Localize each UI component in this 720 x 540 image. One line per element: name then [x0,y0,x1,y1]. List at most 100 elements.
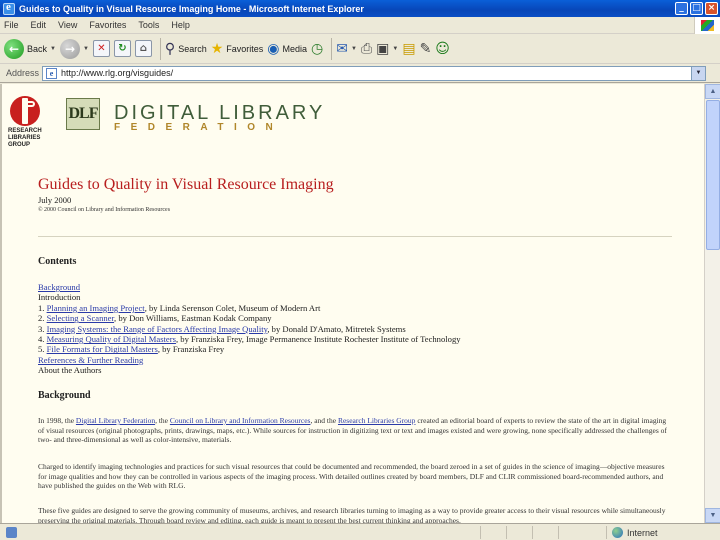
back-button[interactable]: ← Back ▼ [4,38,56,59]
mail-button[interactable]: ✉ ▼ [336,42,357,56]
messenger-button[interactable]: ☺ [435,42,450,56]
edit-dropdown-icon[interactable]: ▼ [392,46,398,52]
rlg-logo[interactable]: RESEARCH LIBRARIES GROUP [8,94,48,149]
menu-tools[interactable]: Tools [138,20,159,30]
toc-item: References & Further Reading [38,355,461,365]
back-dropdown-icon[interactable]: ▼ [50,46,56,52]
edit-button[interactable]: ▣ ▼ [376,42,398,56]
media-button[interactable]: ◉ Media [267,42,307,56]
document-header: Guides to Quality in Visual Resource Ima… [38,176,672,213]
globe-icon [612,527,623,538]
discuss-icon: ▤ [402,40,416,57]
table-of-contents: Background Introduction 1. Planning an I… [38,282,461,376]
background-heading: Background [38,390,91,401]
print-button[interactable]: ⎙ [361,42,372,56]
media-icon: ◉ [267,40,280,57]
search-button[interactable]: ⚲ Search [165,42,207,56]
favorites-button[interactable]: ★ Favorites [211,42,264,56]
rlg-link[interactable]: Research Libraries Group [338,416,415,425]
toc-link[interactable]: File Formats for Digital Masters [47,344,158,354]
edit-icon: ▣ [376,40,390,57]
maximize-button[interactable]: □ [690,2,703,15]
toc-link[interactable]: Measuring Quality of Digital Masters [47,334,176,344]
copyright-notice: © 2000 Council on Library and Informatio… [38,207,171,213]
history-button[interactable]: ◷ [311,42,323,56]
mail-dropdown-icon[interactable]: ▼ [351,46,357,52]
windows-logo-icon [694,17,720,34]
stop-icon: ✕ [92,40,110,57]
scroll-up-icon[interactable]: ▲ [705,84,720,99]
toc-link[interactable]: References & Further Reading [38,355,143,365]
media-label: Media [282,43,308,54]
toc-item: 3. Imaging Systems: the Range of Factors… [38,323,406,334]
close-button[interactable]: × [705,2,718,15]
forward-dropdown-icon[interactable]: ▼ [83,46,89,52]
star-icon: ★ [210,40,224,57]
messenger-icon: ☺ [435,40,450,57]
scroll-thumb[interactable] [706,100,720,250]
status-panel-divider [606,526,607,539]
status-panel-divider [558,526,559,539]
dlf-link[interactable]: Digital Library Federation [76,416,155,425]
menu-edit[interactable]: Edit [31,20,47,30]
page-icon: e [46,67,58,79]
favorites-label: Favorites [226,43,264,54]
address-input[interactable]: e http://www.rlg.org/visguides/ ▼ [42,65,707,81]
back-arrow-icon: ← [4,38,24,59]
zone-label: Internet [627,527,658,538]
page-title: Guides to Quality in Visual Resource Ima… [38,176,334,193]
address-dropdown-icon[interactable]: ▼ [691,66,706,80]
home-icon: ⌂ [134,40,152,57]
toc-item: 2. Selecting a Scanner, by Don Williams,… [38,313,272,324]
toc-link[interactable]: Selecting a Scanner [47,313,114,323]
stop-button[interactable]: ✕ [92,40,110,57]
address-label: Address [6,68,40,78]
address-bar: Address e http://www.rlg.org/visguides/ … [0,64,720,83]
status-panel-divider [480,526,481,539]
menu-help[interactable]: Help [171,20,190,30]
status-panel-divider [532,526,533,539]
menu-file[interactable]: File [4,20,19,30]
menu-bar: File Edit View Favorites Tools Help [0,17,720,34]
toc-item: Introduction [38,292,81,303]
dlf-logo-subtitle[interactable]: FEDERATION [114,122,283,133]
toolbar-separator [159,37,161,60]
divider [38,236,672,237]
toolbar: ← Back ▼ → ▼ ✕ ↻ ⌂ ⚲ Search ★ Favorites … [0,34,720,64]
toolbar-separator [331,37,333,60]
mail-icon: ✉ [336,40,348,57]
minimize-button[interactable]: _ [675,2,688,15]
background-paragraph-1: In 1998, the Digital Library Federation,… [38,416,667,445]
page-viewport[interactable]: RESEARCH LIBRARIES GROUP DLF DIGITAL LIB… [0,84,704,523]
page-status-icon [6,526,17,538]
contents-heading: Contents [38,256,77,267]
research-icon: ✎ [419,40,432,57]
toc-link[interactable]: Planning an Imaging Project [47,303,145,313]
menu-favorites[interactable]: Favorites [89,20,126,30]
home-button[interactable]: ⌂ [134,40,152,57]
toc-item: 4. Measuring Quality of Digital Masters,… [38,334,461,345]
window-title: Guides to Quality in Visual Resource Ima… [19,3,364,14]
ie-app-icon [3,1,15,15]
refresh-button[interactable]: ↻ [113,40,131,57]
clir-link[interactable]: Council on Library and Information Resou… [170,416,311,425]
search-icon: ⚲ [164,40,176,57]
research-button[interactable]: ✎ [420,42,432,56]
scroll-down-icon[interactable]: ▼ [705,508,720,523]
discuss-button[interactable]: ▤ [402,42,415,56]
toc-link[interactable]: Background [38,282,80,292]
menu-view[interactable]: View [58,20,77,30]
title-bar: Guides to Quality in Visual Resource Ima… [0,0,720,17]
dlf-logo-mark[interactable]: DLF [66,98,100,130]
toc-item: About the Authors [38,365,102,376]
search-label: Search [178,43,207,54]
forward-button[interactable]: → ▼ [59,38,89,59]
refresh-icon: ↻ [113,40,131,57]
rlg-logo-text: RESEARCH LIBRARIES GROUP [8,128,42,148]
security-zone: Internet [612,526,658,539]
toc-link[interactable]: Imaging Systems: the Range of Factors Af… [47,324,268,334]
back-label: Back [27,43,48,54]
forward-arrow-icon: → [59,38,80,59]
status-bar: Internet [0,523,720,540]
vertical-scrollbar[interactable]: ▲ ▼ [704,84,720,523]
